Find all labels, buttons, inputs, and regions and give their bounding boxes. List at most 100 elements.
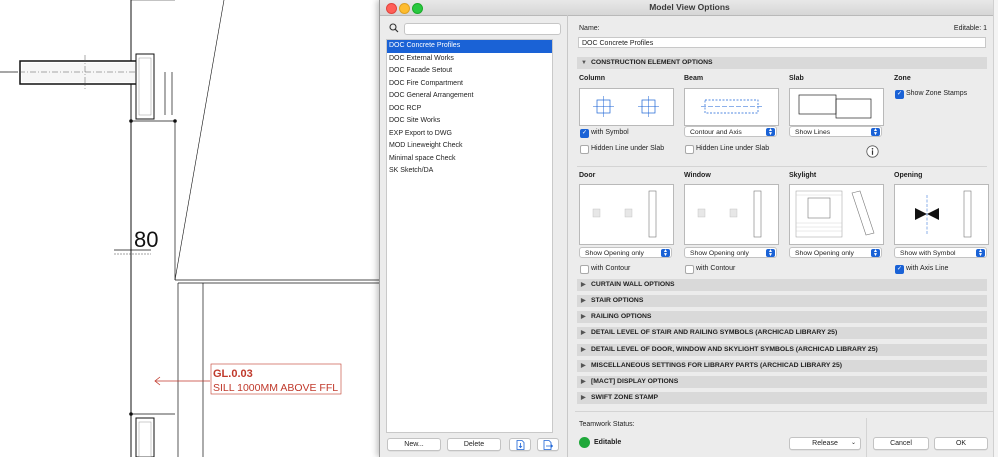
slab-display-select[interactable]: Show Lines ▲ ▼: [789, 126, 882, 137]
opening-display-select[interactable]: Show with Symbol ▲ ▼: [894, 247, 987, 258]
beam-preview: [684, 88, 779, 126]
list-item[interactable]: DOC General Arrangement: [387, 90, 552, 103]
window-display-select[interactable]: Show Opening only ▲ ▼: [684, 247, 777, 258]
show-zone-stamps-checkbox[interactable]: ✓: [895, 90, 904, 99]
stair-options-header[interactable]: ▶ STAIR OPTIONS: [577, 295, 987, 307]
beam-label: Beam: [684, 75, 704, 82]
curtain-wall-options-header[interactable]: ▶ CURTAIN WALL OPTIONS: [577, 279, 987, 291]
cancel-button[interactable]: Cancel: [873, 437, 929, 450]
info-icon[interactable]: [866, 145, 879, 158]
teamwork-status-dot: [579, 437, 590, 448]
footer-separator: [866, 418, 867, 457]
search-bar: [384, 22, 561, 35]
list-item[interactable]: SK Sketch/DA: [387, 165, 552, 178]
opening-label: Opening: [894, 172, 923, 179]
footer-divider: [575, 411, 998, 412]
concrete-beam-section: [8, 55, 150, 89]
column-hidden-line-checkbox[interactable]: [580, 145, 589, 154]
import-file-icon: [516, 439, 524, 450]
editable-count: Editable: 1: [953, 25, 987, 32]
select-arrows-icon: ▲ ▼: [766, 249, 775, 258]
list-item[interactable]: DOC External Works: [387, 53, 552, 66]
slab-preview: [789, 88, 884, 126]
construction-element-options-header[interactable]: ▼ CONSTRUCTION ELEMENT OPTIONS: [577, 57, 987, 69]
column-hidden-line-label: Hidden Line under Slab: [591, 145, 665, 152]
list-item[interactable]: DOC Facade Setout: [387, 65, 552, 78]
select-arrows-icon: ▲ ▼: [871, 249, 880, 258]
window-contour-checkbox[interactable]: [685, 265, 694, 274]
door-preview: [579, 184, 674, 245]
opening-axis-line-label: with Axis Line: [906, 265, 949, 272]
teamwork-status-label: Teamwork Status:: [579, 421, 635, 428]
triangle-right-icon: ▶: [581, 347, 586, 353]
door-contour-label: with Contour: [591, 265, 631, 272]
list-item[interactable]: DOC RCP: [387, 103, 552, 116]
zone-label: Zone: [894, 75, 911, 82]
chevron-down-icon: ⌄: [850, 440, 856, 446]
new-button[interactable]: New...: [387, 438, 441, 451]
row-divider: [577, 166, 987, 167]
triangle-right-icon: ▶: [581, 330, 586, 336]
export-button[interactable]: [537, 438, 559, 451]
select-arrows-icon: ▲ ▼: [871, 128, 880, 137]
beam-hidden-line-checkbox[interactable]: [685, 145, 694, 154]
column-label: Column: [579, 75, 606, 82]
delete-button[interactable]: Delete: [447, 438, 501, 451]
triangle-right-icon: ▶: [581, 379, 586, 385]
list-item[interactable]: Minimal space Check: [387, 153, 552, 166]
skylight-preview: [789, 184, 884, 245]
export-file-icon: [543, 439, 554, 450]
beam-display-select[interactable]: Contour and Axis ▲ ▼: [684, 126, 777, 137]
skylight-preview-graphic: [795, 190, 875, 238]
settings-pane: Name: Editable: 1 DOC Concrete Profiles …: [575, 15, 998, 457]
opening-axis-line-checkbox[interactable]: ✓: [895, 265, 904, 274]
opening-preview: [894, 184, 989, 245]
select-arrows-icon: ▲ ▼: [766, 128, 775, 137]
door-window-skylight-detail-header[interactable]: ▶ DETAIL LEVEL OF DOOR, WINDOW AND SKYLIG…: [577, 344, 987, 356]
beam-preview-graphic: [701, 99, 762, 114]
with-symbol-checkbox[interactable]: ✓: [580, 129, 589, 138]
name-input[interactable]: DOC Concrete Profiles: [578, 37, 986, 48]
list-item[interactable]: DOC Fire Compartment: [387, 78, 552, 91]
with-symbol-label: with Symbol: [591, 129, 629, 136]
show-zone-stamps-label: Show Zone Stamps: [906, 90, 968, 97]
list-item[interactable]: DOC Site Works: [387, 115, 552, 128]
release-button[interactable]: Release ⌄: [789, 437, 861, 450]
pane-divider[interactable]: [567, 15, 568, 457]
dimension-80-text: 80: [134, 227, 158, 252]
column-preview-graphic: [593, 96, 659, 117]
background-window-edge: [993, 0, 998, 457]
stair-railing-detail-header[interactable]: ▶ DETAIL LEVEL OF STAIR AND RAILING SYMBO…: [577, 327, 987, 339]
door-preview-graphic: [592, 190, 657, 238]
window-label: Window: [684, 172, 711, 179]
window-preview: [684, 184, 779, 245]
list-item[interactable]: MOD Lineweight Check: [387, 140, 552, 153]
railing-options-header[interactable]: ▶ RAILING OPTIONS: [577, 311, 987, 323]
mact-display-options-header[interactable]: ▶ [MACT] DISPLAY OPTIONS: [577, 376, 987, 388]
list-item[interactable]: EXP Export to DWG: [387, 128, 552, 141]
door-display-select[interactable]: Show Opening only ▲ ▼: [579, 247, 672, 258]
door-label: Door: [579, 172, 596, 179]
slab-label: Slab: [789, 75, 804, 82]
name-label: Name:: [579, 25, 600, 32]
list-item[interactable]: DOC Concrete Profiles: [387, 40, 552, 53]
miscellaneous-settings-header[interactable]: ▶ MISCELLANEOUS SETTINGS FOR LIBRARY PART…: [577, 360, 987, 372]
door-contour-checkbox[interactable]: [580, 265, 589, 274]
ok-button[interactable]: OK: [934, 437, 988, 450]
title-bar[interactable]: Model View Options: [380, 0, 998, 16]
triangle-right-icon: ▶: [581, 298, 586, 304]
beam-hidden-line-label: Hidden Line under Slab: [696, 145, 770, 152]
search-input[interactable]: [404, 23, 561, 35]
triangle-right-icon: ▶: [581, 314, 586, 320]
triangle-right-icon: ▶: [581, 395, 586, 401]
swift-zone-stamp-header[interactable]: ▶ SWIFT ZONE STAMP: [577, 392, 987, 404]
search-icon: [389, 23, 399, 33]
select-arrows-icon: ▲ ▼: [661, 249, 670, 258]
slab-preview-graphic: [798, 94, 872, 119]
skylight-label: Skylight: [789, 172, 817, 179]
import-button[interactable]: [509, 438, 531, 451]
column-preview: [579, 88, 674, 126]
skylight-display-select[interactable]: Show Opening only ▲ ▼: [789, 247, 882, 258]
view-list[interactable]: DOC Concrete Profiles DOC External Works…: [386, 39, 553, 433]
opening-preview-graphic: [915, 190, 972, 238]
